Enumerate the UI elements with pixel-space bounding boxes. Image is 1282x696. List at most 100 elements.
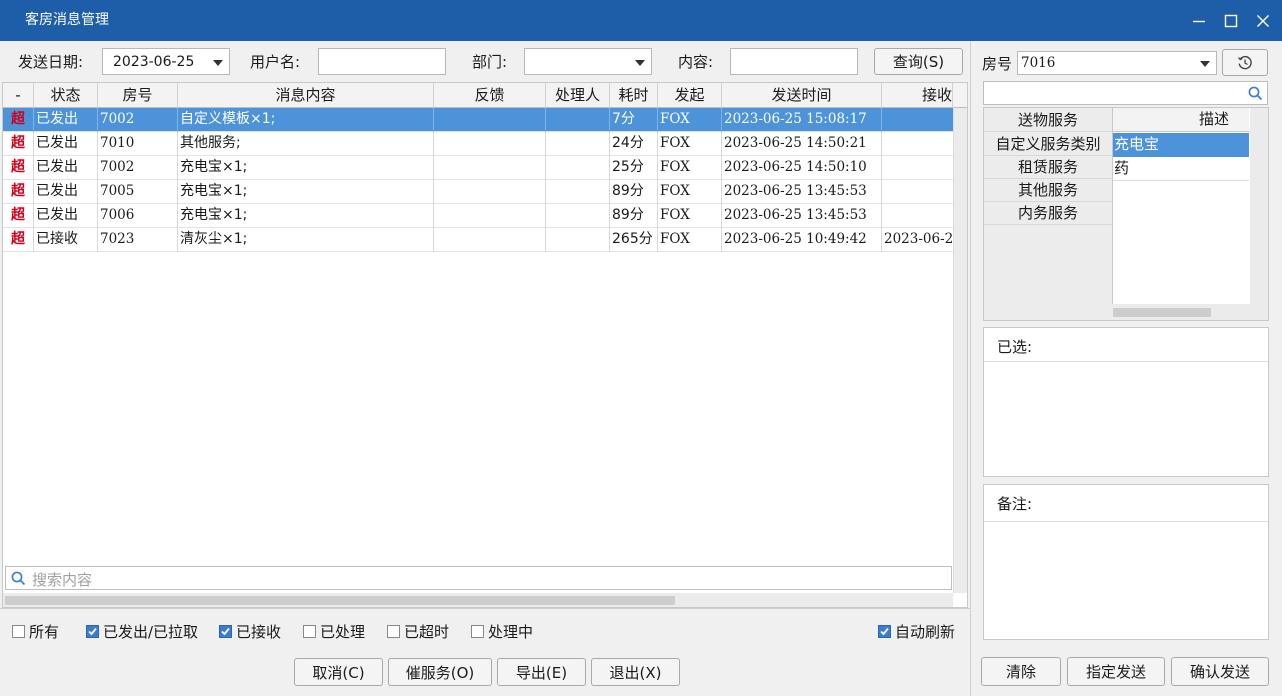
col-header-duration[interactable]: 耗时 bbox=[610, 83, 658, 108]
service-item[interactable]: 充电宝 bbox=[1113, 133, 1249, 157]
grid-search-input[interactable]: 搜索内容 bbox=[5, 566, 952, 590]
col-header-status[interactable]: 状态 bbox=[34, 83, 98, 108]
row-content: 自定义模板×1; bbox=[178, 108, 434, 132]
remark-label: 备注: bbox=[984, 485, 1268, 522]
row-duration: 7分 bbox=[610, 108, 658, 132]
col-header-content[interactable]: 消息内容 bbox=[178, 83, 434, 108]
service-item[interactable]: 药 bbox=[1113, 157, 1249, 181]
search-icon bbox=[1248, 86, 1263, 101]
col-header-flag[interactable]: - bbox=[3, 83, 34, 108]
export-button[interactable]: 导出(E) bbox=[497, 658, 586, 686]
overtime-badge: 超 bbox=[3, 108, 34, 132]
window-title: 客房消息管理 bbox=[25, 12, 109, 28]
row-send-time: 2023-06-25 15:08:17 bbox=[722, 108, 882, 132]
category-item[interactable]: 其他服务 bbox=[984, 179, 1112, 202]
room-select[interactable]: 7016 bbox=[1017, 51, 1217, 75]
confirm-send-button[interactable]: 确认发送 bbox=[1171, 657, 1269, 686]
chevron-down-icon[interactable] bbox=[1200, 61, 1210, 67]
row-recv-time bbox=[882, 108, 953, 132]
checkbox-box[interactable] bbox=[219, 625, 232, 638]
checkbox-box[interactable] bbox=[12, 625, 25, 638]
row-status: 已发出 bbox=[34, 132, 98, 156]
row-handler bbox=[546, 132, 610, 156]
col-header-room[interactable]: 房号 bbox=[98, 83, 178, 108]
cancel-button[interactable]: 取消(C) bbox=[294, 658, 383, 686]
table-row[interactable]: 超 已发出 7005 充电宝×1; 89分 FOX 2023-06-25 13:… bbox=[3, 180, 953, 204]
row-handler bbox=[546, 228, 610, 252]
row-initiator: FOX bbox=[658, 228, 722, 252]
filter-sent-checkbox[interactable]: 已发出/已拉取 bbox=[86, 621, 198, 642]
filter-all-checkbox[interactable]: 所有 bbox=[12, 621, 59, 642]
history-button[interactable] bbox=[1222, 49, 1268, 76]
col-header-feedback[interactable]: 反馈 bbox=[434, 83, 546, 108]
query-button[interactable]: 查询(S) bbox=[874, 48, 963, 75]
chevron-down-icon[interactable] bbox=[635, 60, 645, 66]
check-icon bbox=[221, 627, 230, 636]
clear-button[interactable]: 清除 bbox=[981, 657, 1061, 686]
maximize-icon[interactable] bbox=[1220, 10, 1242, 32]
auto-refresh-checkbox[interactable]: 自动刷新 bbox=[878, 621, 955, 642]
chevron-down-icon[interactable] bbox=[213, 60, 223, 66]
list-vertical-scrollbar[interactable] bbox=[1250, 108, 1268, 304]
filter-processing-checkbox[interactable]: 处理中 bbox=[471, 621, 533, 642]
checkbox-box[interactable] bbox=[878, 625, 891, 638]
dept-select[interactable] bbox=[524, 48, 652, 75]
table-row[interactable]: 超 已发出 7006 充电宝×1; 89分 FOX 2023-06-25 13:… bbox=[3, 204, 953, 228]
urge-service-button[interactable]: 催服务(O) bbox=[388, 658, 492, 686]
grid-vertical-scrollbar[interactable] bbox=[953, 108, 967, 593]
row-handler bbox=[546, 108, 610, 132]
scrollbar-thumb[interactable] bbox=[5, 596, 675, 605]
row-room: 7002 bbox=[98, 156, 178, 180]
assign-send-button[interactable]: 指定发送 bbox=[1067, 657, 1165, 686]
row-status: 已接收 bbox=[34, 228, 98, 252]
col-header-recv-time[interactable]: 接收 bbox=[882, 83, 953, 108]
desc-header[interactable]: 描述 bbox=[1113, 108, 1249, 132]
col-header-send-time[interactable]: 发送时间 bbox=[722, 83, 882, 108]
search-placeholder: 搜索内容 bbox=[32, 571, 93, 589]
category-item[interactable]: 送物服务 bbox=[984, 109, 1112, 132]
row-status: 已发出 bbox=[34, 108, 98, 132]
col-header-handler[interactable]: 处理人 bbox=[546, 83, 610, 108]
table-row[interactable]: 超 已发出 7002 自定义模板×1; 7分 FOX 2023-06-25 15… bbox=[3, 108, 953, 132]
checkbox-box[interactable] bbox=[86, 625, 99, 638]
date-picker[interactable]: 2023-06-25 bbox=[102, 48, 230, 75]
service-search-input[interactable] bbox=[983, 81, 1268, 105]
date-label: 发送日期: bbox=[18, 53, 84, 71]
row-duration: 25分 bbox=[610, 156, 658, 180]
remark-panel[interactable]: 备注: bbox=[983, 484, 1269, 640]
user-input[interactable] bbox=[318, 48, 446, 75]
filter-processed-checkbox[interactable]: 已处理 bbox=[303, 621, 365, 642]
grid-horizontal-scrollbar[interactable] bbox=[3, 593, 953, 607]
filter-received-checkbox[interactable]: 已接收 bbox=[219, 621, 281, 642]
table-row[interactable]: 超 已接收 7023 清灰尘×1; 265分 FOX 2023-06-25 10… bbox=[3, 228, 953, 252]
minimize-icon[interactable] bbox=[1188, 10, 1210, 32]
row-send-time: 2023-06-25 14:50:10 bbox=[722, 156, 882, 180]
row-room: 7010 bbox=[98, 132, 178, 156]
checkbox-label: 所有 bbox=[29, 623, 60, 641]
category-item[interactable]: 内务服务 bbox=[984, 202, 1112, 225]
room-label: 房号 bbox=[982, 55, 1013, 73]
exit-button[interactable]: 退出(X) bbox=[591, 658, 680, 686]
row-content: 其他服务; bbox=[178, 132, 434, 156]
table-row[interactable]: 超 已发出 7002 充电宝×1; 25分 FOX 2023-06-25 14:… bbox=[3, 156, 953, 180]
checkbox-label: 自动刷新 bbox=[895, 623, 956, 641]
divider bbox=[0, 608, 970, 609]
category-item[interactable]: 自定义服务类别 bbox=[984, 133, 1112, 156]
category-item[interactable]: 租赁服务 bbox=[984, 156, 1112, 179]
table-row[interactable]: 超 已发出 7010 其他服务; 24分 FOX 2023-06-25 14:5… bbox=[3, 132, 953, 156]
row-send-time: 2023-06-25 13:45:53 bbox=[722, 180, 882, 204]
panel-divider bbox=[970, 41, 971, 696]
list-horizontal-scrollbar[interactable] bbox=[1113, 304, 1268, 320]
content-input[interactable] bbox=[730, 48, 858, 75]
dept-label: 部门: bbox=[472, 53, 508, 71]
scrollbar-thumb[interactable] bbox=[1113, 308, 1211, 317]
close-icon[interactable] bbox=[1252, 10, 1274, 32]
row-feedback bbox=[434, 108, 546, 132]
row-room: 7002 bbox=[98, 108, 178, 132]
filter-timeout-checkbox[interactable]: 已超时 bbox=[387, 621, 449, 642]
checkbox-box[interactable] bbox=[471, 625, 484, 638]
col-header-initiator[interactable]: 发起 bbox=[658, 83, 722, 108]
checkbox-box[interactable] bbox=[303, 625, 316, 638]
checkbox-box[interactable] bbox=[387, 625, 400, 638]
row-status: 已发出 bbox=[34, 180, 98, 204]
